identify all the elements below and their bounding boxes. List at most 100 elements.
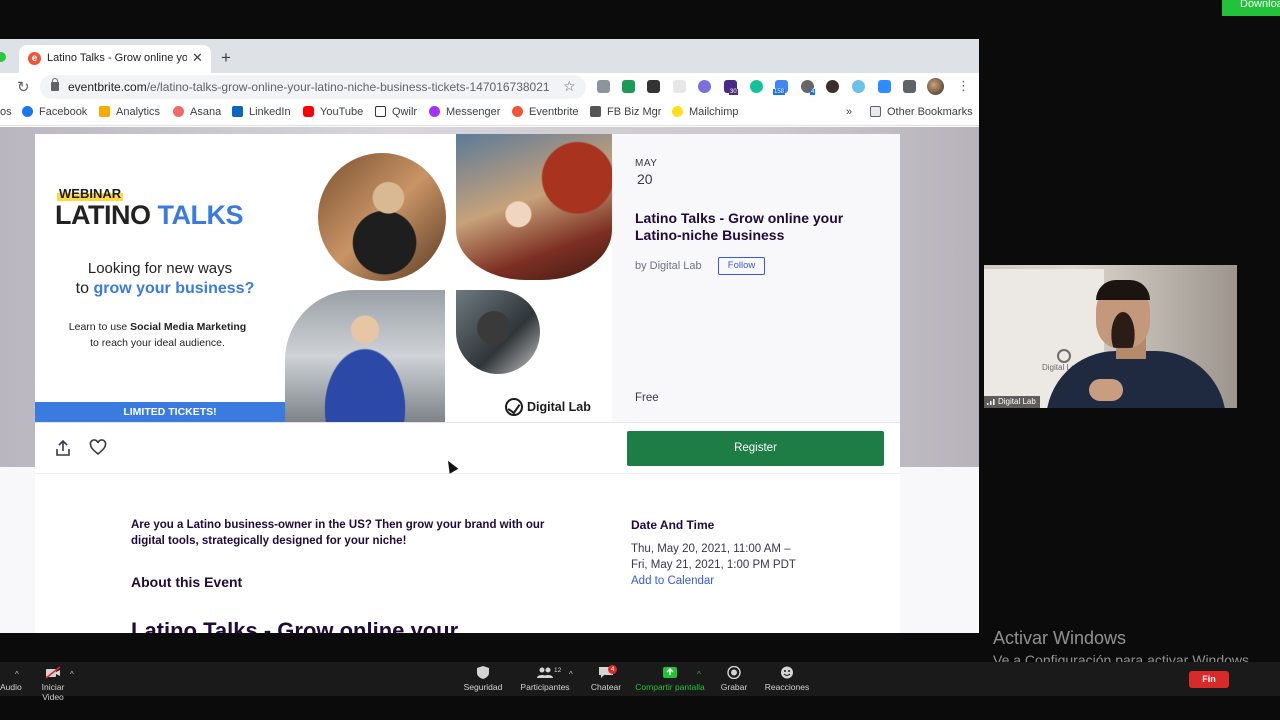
question-extension-icon[interactable] (852, 80, 865, 93)
follow-button[interactable]: Follow (718, 257, 765, 275)
bookmark-linkedin[interactable]: LinkedIn (232, 106, 291, 118)
sheets-extension-icon[interactable] (622, 80, 635, 93)
shield-icon (477, 666, 489, 679)
emoji-reaction-icon (781, 666, 793, 679)
participants-button[interactable]: Participantes (520, 666, 570, 692)
webcam-video-tile[interactable]: Digital Lab Digital Lab (984, 265, 1237, 408)
profile-avatar[interactable] (927, 78, 944, 95)
date-end: Fri, May 21, 2021, 1:00 PM PDT (631, 559, 796, 571)
extension-badge-30: 30 (729, 89, 738, 95)
bookmark-mailchimp[interactable]: Mailchimp (672, 106, 739, 118)
banner-line2: to grow your business? (75, 280, 255, 297)
url-text[interactable]: eventbrite.com/e/latino-talks-grow-onlin… (68, 80, 558, 94)
record-icon (727, 666, 741, 679)
asana-icon (173, 106, 184, 117)
tab-title: Latino Talks - Grow online your Latino-n… (47, 52, 187, 64)
bookmark-qwilr[interactable]: Qwilr (375, 106, 417, 118)
new-tab-icon[interactable]: + (221, 48, 231, 68)
event-summary: Are you a Latino business-owner in the U… (131, 519, 545, 547)
photo-barber (456, 290, 540, 374)
menu-kebab-icon[interactable]: ⋮ (957, 78, 970, 94)
browser-tab[interactable]: e Latino Talks - Grow online your Latino… (19, 45, 211, 73)
bookmark-analytics[interactable]: Analytics (99, 106, 160, 118)
download-button[interactable]: Download (1222, 0, 1280, 16)
record-button[interactable]: Grabar (718, 666, 750, 692)
activate-windows-title: Activar Windows (993, 628, 1127, 648)
gear-extension-icon[interactable] (698, 80, 711, 93)
lock-icon[interactable] (51, 78, 59, 91)
eventbrite-favicon-icon: e (28, 52, 41, 65)
video-options-caret-icon[interactable]: ^ (70, 670, 74, 679)
speaker-hand (1089, 379, 1123, 401)
reactions-button[interactable]: Reacciones (764, 666, 810, 692)
puzzle-extensions-icon[interactable] (903, 80, 916, 93)
event-day: 20 (637, 171, 653, 187)
code-extension-icon[interactable] (597, 80, 610, 93)
security-button[interactable]: Seguridad (463, 666, 503, 692)
screen: Download e Latino Talks - Grow online yo… (0, 0, 1280, 720)
event-price: Free (635, 392, 659, 404)
backdrop-logo-icon (1057, 349, 1071, 363)
bookmark-eventbrite[interactable]: Eventbrite (512, 106, 579, 118)
end-meeting-button[interactable]: Fin (1189, 671, 1229, 688)
fb-biz-mgr-icon (590, 106, 601, 117)
folder-icon (870, 106, 881, 117)
tab-strip: e Latino Talks - Grow online your Latino… (0, 39, 979, 73)
share-options-caret-icon[interactable]: ^ (697, 670, 701, 679)
photo-man-blue-suit (285, 290, 445, 422)
digital-lab-logo: Digital Lab (505, 398, 591, 416)
date-time-heading: Date And Time (631, 518, 715, 532)
youtube-icon (303, 106, 314, 117)
banner-learn-text: Learn to use Social Media Marketing to re… (68, 321, 247, 349)
k-extension-icon[interactable] (826, 80, 839, 93)
share-icon[interactable] (54, 439, 72, 457)
address-bar[interactable]: eventbrite.com/e/latino-talks-grow-onlin… (40, 75, 586, 99)
participants-icon (537, 667, 553, 678)
signal-bars-icon (987, 399, 995, 405)
other-bookmarks[interactable]: Other Bookmarks (870, 106, 973, 118)
date-start: Thu, May 20, 2021, 11:00 AM – (631, 543, 791, 555)
about-title: Latino Talks - Grow online your (131, 618, 459, 633)
bookmark-asana[interactable]: Asana (173, 106, 221, 118)
add-to-calendar-link[interactable]: Add to Calendar (631, 575, 714, 587)
bookmark-fb-biz-mgr[interactable]: FB Biz Mgr (590, 106, 661, 118)
browser-window: e Latino Talks - Grow online your Latino… (0, 39, 979, 633)
mailchimp-icon (672, 106, 683, 117)
eventbrite-icon (512, 106, 523, 117)
participants-options-caret-icon[interactable]: ^ (569, 670, 573, 679)
reload-icon[interactable]: ↻ (17, 78, 30, 96)
participant-name-label: Digital Lab (984, 396, 1040, 408)
event-banner-image: WEBINAR LATINO TALKS Looking for new way… (35, 134, 612, 422)
bookmark-facebook[interactable]: Facebook (22, 106, 87, 118)
share-screen-button[interactable]: Compartir pantalla (635, 666, 705, 692)
bookmark-youtube[interactable]: YouTube (303, 106, 363, 118)
digital-lab-logo-icon (505, 398, 523, 416)
grammarly-extension-icon[interactable] (750, 80, 763, 93)
zoom-extension-icon[interactable] (878, 80, 891, 93)
share-screen-icon (663, 667, 677, 678)
messenger-icon (429, 106, 440, 117)
divider (35, 473, 900, 474)
chat-button[interactable]: Chatear (590, 666, 622, 692)
organizer-name[interactable]: by Digital Lab (635, 260, 702, 272)
window-maximize-dot[interactable] (0, 52, 6, 62)
eventbrite-page: WEBINAR LATINO TALKS Looking for new way… (0, 127, 979, 633)
bookmark-star-icon[interactable]: ☆ (563, 78, 576, 95)
speaker-hair (1096, 280, 1150, 300)
bookmark-fragment[interactable]: os (0, 106, 12, 118)
facebook-icon (22, 106, 33, 117)
tab-close-icon[interactable]: ✕ (192, 50, 203, 66)
banner-line1: Looking for new ways (87, 260, 233, 277)
event-month: MAY (635, 158, 658, 169)
extension-badge-158: 158 (773, 89, 786, 95)
photo-women-shopping (456, 134, 612, 280)
m-extension-icon[interactable] (647, 80, 660, 93)
zoom-controls-bar: Audio ^ Iniciar Video ^ Seguridad Partic… (0, 662, 1280, 702)
heart-icon[interactable] (89, 439, 107, 457)
audio-options-caret-icon[interactable]: ^ (15, 670, 19, 679)
bookmarks-overflow-icon[interactable]: » (846, 106, 852, 118)
register-button[interactable]: Register (627, 431, 884, 466)
bookmark-messenger[interactable]: Messenger (429, 106, 500, 118)
qwilr-icon (375, 106, 386, 117)
cloud-extension-icon[interactable] (673, 80, 686, 93)
